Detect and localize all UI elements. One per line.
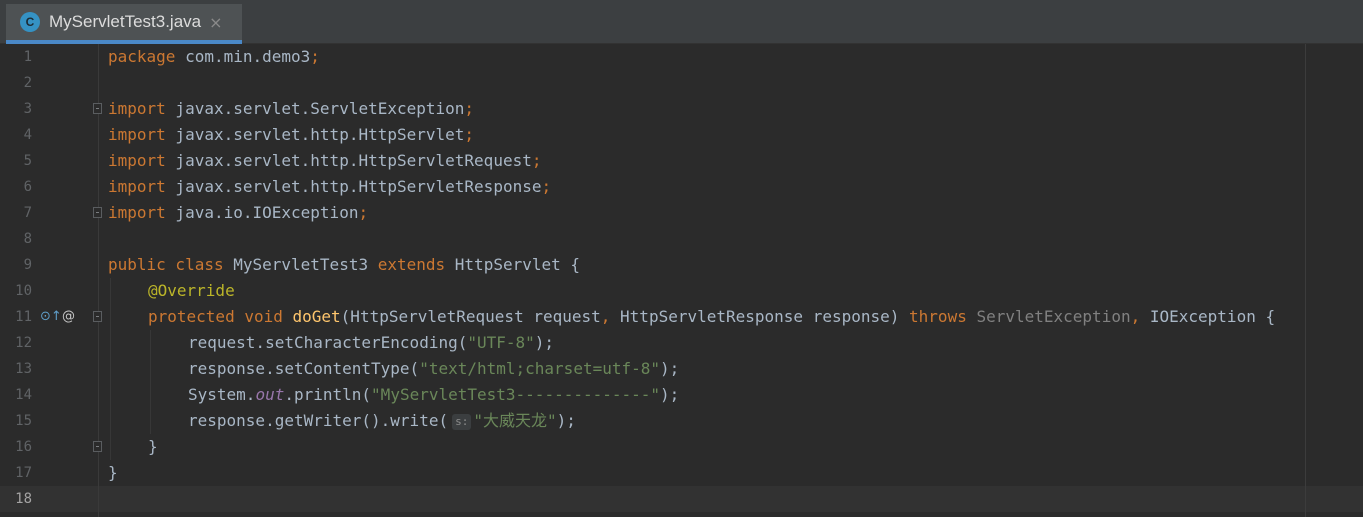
comma: , — [600, 307, 611, 326]
call-end: ); — [660, 359, 680, 378]
close-icon[interactable]: × — [209, 13, 222, 32]
import-path: javax.servlet.http.HttpServletRequest — [165, 151, 532, 170]
string-literal: "大威天龙" — [473, 411, 557, 430]
current-line-highlight — [0, 486, 1363, 512]
semicolon: ; — [310, 47, 320, 66]
override-method-icon[interactable]: ⊙↑ — [40, 304, 62, 330]
import-path: javax.servlet.ServletException — [165, 99, 465, 118]
import-path: java.io.IOException — [165, 203, 359, 222]
call: request.setCharacterEncoding( — [188, 333, 468, 352]
line-number: 3 — [23, 101, 32, 117]
keyword: public class — [108, 255, 224, 274]
indent-guide — [150, 330, 151, 434]
call: .println( — [284, 385, 372, 404]
semicolon: ; — [464, 125, 475, 144]
comma: , — [1130, 307, 1141, 326]
keyword: import — [108, 125, 166, 144]
semicolon: ; — [464, 99, 475, 118]
fold-marker[interactable] — [93, 441, 102, 452]
parameter-hint: s: — [452, 413, 472, 430]
line-number: 10 — [15, 283, 32, 299]
tab-myservlettest3[interactable]: C MyServletTest3.java × — [6, 4, 242, 44]
package-name: com.min.demo3 — [175, 47, 311, 66]
code-line-3: import javax.servlet.ServletException; — [108, 96, 474, 122]
import-path: javax.servlet.http.HttpServlet — [165, 125, 465, 144]
line-number: 5 — [23, 153, 32, 169]
line-number: 14 — [15, 387, 32, 403]
string-literal: "text/html;charset=utf-8" — [419, 359, 661, 378]
line-number: 4 — [23, 127, 32, 143]
code-line-15: response.getWriter().write(s: "大威天龙"); — [188, 408, 576, 434]
call: response.getWriter().write( — [188, 411, 449, 430]
line-number: 16 — [15, 439, 32, 455]
editor-tab-bar: C MyServletTest3.java × — [0, 0, 1363, 44]
string-literal: "UTF-8" — [467, 333, 535, 352]
string-literal: "MyServletTest3--------------" — [371, 385, 661, 404]
line-number: 11 — [15, 309, 32, 325]
fold-marker[interactable] — [93, 103, 102, 114]
code-line-6: import javax.servlet.http.HttpServletRes… — [108, 174, 551, 200]
closing-brace: } — [148, 437, 158, 456]
exception: IOException { — [1140, 307, 1276, 326]
annotation: @Override — [148, 281, 235, 300]
line-number: 8 — [23, 231, 32, 247]
superclass: HttpServlet { — [445, 255, 581, 274]
class-name: MyServletTest3 — [223, 255, 378, 274]
code-editor[interactable]: 1 2 3 4 5 6 7 8 9 10 11 12 13 14 15 16 1… — [0, 44, 1363, 517]
call: System. — [188, 385, 256, 404]
code-line-5: import javax.servlet.http.HttpServletReq… — [108, 148, 541, 174]
line-number: 6 — [23, 179, 32, 195]
keyword: package — [108, 47, 176, 66]
params: (HttpServletRequest request — [340, 307, 601, 326]
semicolon: ; — [358, 203, 369, 222]
keyword: import — [108, 99, 166, 118]
line-number: 2 — [23, 75, 32, 91]
keyword: extends — [377, 255, 446, 274]
code-line-1: package com.min.demo3; — [108, 44, 320, 70]
code-line-14: System.out.println("MyServletTest3------… — [188, 382, 679, 408]
import-path: javax.servlet.http.HttpServletResponse — [165, 177, 542, 196]
line-number: 9 — [23, 257, 32, 273]
static-field: out — [255, 385, 285, 404]
line-number: 7 — [23, 205, 32, 221]
keyword: protected void — [148, 307, 283, 326]
code-line-10: @Override — [148, 278, 235, 304]
params: HttpServletResponse response) — [610, 307, 910, 326]
line-number: 17 — [15, 465, 32, 481]
tab-label: MyServletTest3.java — [49, 12, 202, 31]
fold-marker[interactable] — [93, 311, 102, 322]
line-number: 12 — [15, 335, 32, 351]
call-end: ); — [660, 385, 680, 404]
keyword: import — [108, 203, 166, 222]
fold-marker[interactable] — [93, 207, 102, 218]
annotation-icon[interactable]: @ — [62, 304, 75, 330]
java-class-icon: C — [20, 12, 40, 32]
code-line-16: } — [148, 434, 158, 460]
exception-unused: ServletException — [966, 307, 1131, 326]
closing-brace: } — [108, 463, 118, 482]
code-line-7: import java.io.IOException; — [108, 200, 368, 226]
code-line-13: response.setContentType("text/html;chars… — [188, 356, 679, 382]
call: response.setContentType( — [188, 359, 420, 378]
indent-guide — [110, 278, 111, 460]
method-name: doGet — [292, 307, 341, 326]
keyword: import — [108, 177, 166, 196]
semicolon: ; — [531, 151, 542, 170]
line-number: 13 — [15, 361, 32, 377]
code-line-11: protected void doGet(HttpServletRequest … — [148, 304, 1275, 330]
line-number: 1 — [23, 49, 32, 65]
keyword: throws — [909, 307, 967, 326]
code-line-9: public class MyServletTest3 extends Http… — [108, 252, 580, 278]
code-line-4: import javax.servlet.http.HttpServlet; — [108, 122, 474, 148]
call-end: ); — [556, 411, 576, 430]
right-margin-guide — [1305, 44, 1306, 517]
call-end: ); — [534, 333, 555, 352]
line-number-current: 18 — [15, 491, 32, 507]
code-line-12: request.setCharacterEncoding("UTF-8"); — [188, 330, 554, 356]
code-line-17: } — [108, 460, 118, 486]
keyword: import — [108, 151, 166, 170]
line-number: 15 — [15, 413, 32, 429]
semicolon: ; — [541, 177, 552, 196]
